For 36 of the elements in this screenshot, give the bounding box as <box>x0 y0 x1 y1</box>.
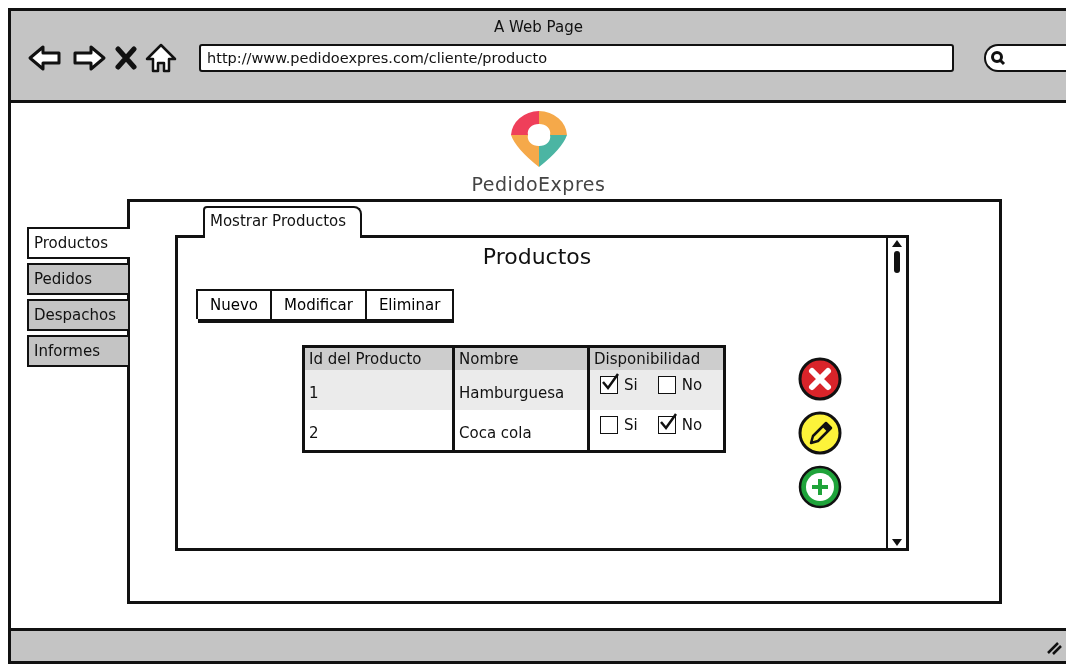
side-tab[interactable]: Informes <box>27 335 130 367</box>
table-cell: Hamburguesa <box>452 370 587 410</box>
checkbox[interactable] <box>600 376 618 394</box>
checkbox[interactable] <box>657 376 676 394</box>
table-cell: 1 <box>305 370 452 410</box>
column-header: Disponibilidad <box>587 348 723 370</box>
side-tab[interactable]: Despachos <box>27 299 130 331</box>
add-button[interactable] <box>798 465 842 509</box>
logo-text: PedidoExpres <box>471 173 606 195</box>
window-title: A Web Page <box>494 18 583 36</box>
delete-button[interactable] <box>798 357 842 401</box>
scroll-down-arrow-icon[interactable] <box>891 536 903 548</box>
checkbox[interactable] <box>657 416 676 434</box>
close-icon[interactable] <box>115 46 137 70</box>
checkbox-label: Si <box>624 376 638 394</box>
side-tab[interactable]: Pedidos <box>27 263 130 295</box>
checkbox-label: No <box>681 376 703 394</box>
side-tab[interactable]: Productos <box>27 227 130 259</box>
checkbox-label: No <box>681 416 703 434</box>
back-arrow-icon[interactable] <box>27 44 63 72</box>
edit-button[interactable] <box>798 411 842 455</box>
url-field[interactable]: http://www.pedidoexpres.com/cliente/producto <box>199 44 954 72</box>
forward-arrow-icon[interactable] <box>71 44 107 72</box>
toolbar-button[interactable]: Eliminar <box>364 289 455 319</box>
search-field[interactable] <box>984 44 1066 72</box>
scroll-thumb[interactable] <box>893 250 901 274</box>
home-icon[interactable] <box>145 42 177 74</box>
panel-tab[interactable]: Mostrar Productos <box>203 206 363 238</box>
checkbox-label: Si <box>624 416 638 434</box>
page-heading: Productos <box>482 244 592 269</box>
column-header: Nombre <box>452 348 587 370</box>
column-header: Id del Producto <box>305 348 452 370</box>
checkbox[interactable] <box>600 416 618 434</box>
toolbar-button[interactable]: Nuevo <box>196 289 272 319</box>
search-icon <box>990 50 1006 66</box>
scroll-up-arrow-icon[interactable] <box>891 238 903 248</box>
